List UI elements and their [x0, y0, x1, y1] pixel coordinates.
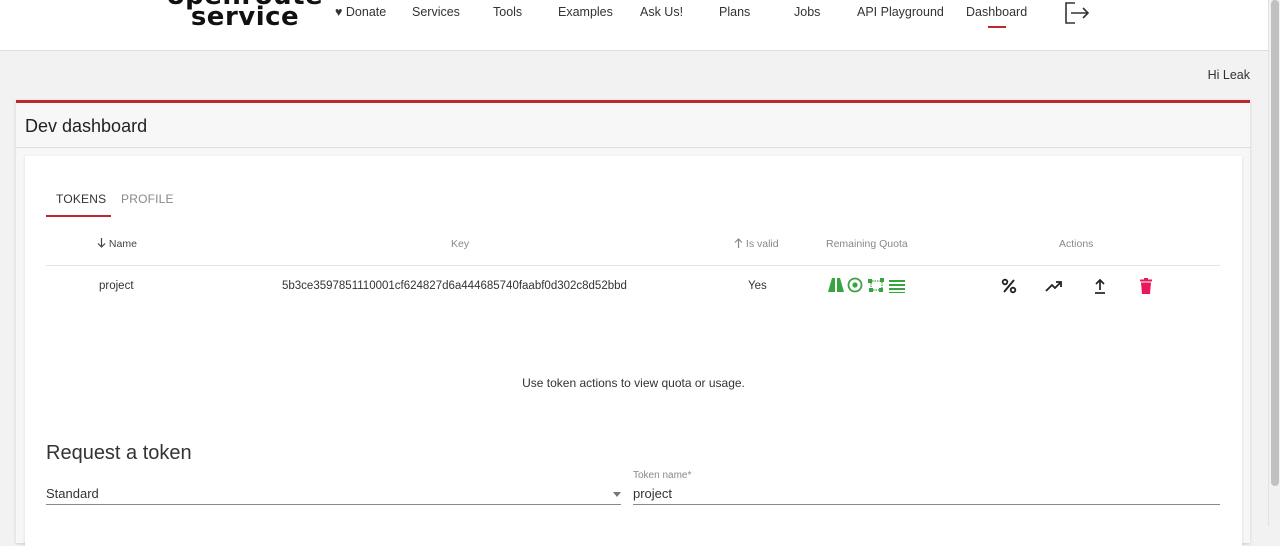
trash-icon[interactable]	[1137, 277, 1155, 295]
token-name-field: Token name*	[633, 468, 1220, 505]
arrow-down-icon	[97, 238, 106, 248]
column-header-is-valid[interactable]: Is valid	[734, 238, 779, 250]
page-title: Dev dashboard	[25, 116, 148, 136]
nav-jobs[interactable]: Jobs	[794, 5, 820, 19]
list-icon	[889, 280, 905, 293]
tokens-card: TOKENS PROFILE Name Key Is valid Remaini…	[25, 156, 1242, 546]
page-scrollbar[interactable]	[1268, 0, 1280, 526]
nav-services[interactable]: Services	[412, 5, 460, 19]
token-name-label: Token name*	[633, 470, 692, 481]
upload-icon[interactable]	[1091, 277, 1109, 295]
user-greeting: Hi Leak	[1207, 68, 1250, 82]
percent-icon[interactable]	[1000, 277, 1018, 295]
column-header-key: Key	[451, 238, 470, 250]
column-header-is-valid-label: Is valid	[745, 238, 779, 250]
nav-tools[interactable]: Tools	[493, 5, 522, 19]
table-header-divider	[46, 265, 1220, 266]
nav-plans[interactable]: Plans	[719, 5, 750, 19]
token-name-cell: project	[99, 280, 134, 292]
tab-tokens[interactable]: TOKENS	[56, 192, 106, 206]
column-header-remaining-quota: Remaining Quota	[826, 238, 908, 250]
openrouteservice-logo[interactable]: openroute service	[160, 0, 330, 30]
tab-active-indicator	[46, 215, 111, 217]
dev-dashboard-panel: Dev dashboard TOKENS PROFILE Name Key Is…	[16, 100, 1250, 546]
road-icon	[828, 278, 844, 292]
token-type-select[interactable]: Standard	[46, 478, 621, 505]
panel-divider	[16, 147, 1250, 148]
remaining-quota-icons	[827, 277, 911, 293]
token-key-cell: 5b3ce3597851110001cf624827d6a444685740fa…	[282, 280, 627, 292]
target-icon	[847, 277, 863, 293]
nav-api-playground[interactable]: API Playground	[857, 5, 944, 19]
trending-up-icon[interactable]	[1045, 277, 1063, 295]
tab-profile[interactable]: PROFILE	[121, 192, 174, 206]
top-navbar: openroute service ♥ Donate Services Tool…	[0, 0, 1268, 51]
matrix-icon	[868, 278, 884, 292]
nav-donate[interactable]: ♥ Donate	[335, 5, 386, 19]
column-header-name-label: Name	[108, 238, 137, 250]
token-type-value: Standard	[46, 486, 99, 501]
nav-examples[interactable]: Examples	[558, 5, 613, 19]
logout-icon[interactable]	[1063, 1, 1091, 25]
nav-active-indicator	[988, 26, 1006, 28]
token-valid-cell: Yes	[748, 280, 767, 292]
arrow-up-icon	[734, 238, 743, 248]
token-name-input[interactable]	[633, 483, 1193, 503]
request-token-heading: Request a token	[46, 442, 192, 464]
token-actions-hint: Use token actions to view quota or usage…	[522, 376, 745, 390]
chevron-down-icon	[613, 492, 621, 497]
column-header-name[interactable]: Name	[97, 238, 137, 250]
scrollbar-thumb[interactable]	[1271, 0, 1279, 486]
nav-ask-us[interactable]: Ask Us!	[640, 5, 683, 19]
nav-dashboard[interactable]: Dashboard	[966, 5, 1027, 19]
column-header-actions: Actions	[1059, 238, 1094, 250]
